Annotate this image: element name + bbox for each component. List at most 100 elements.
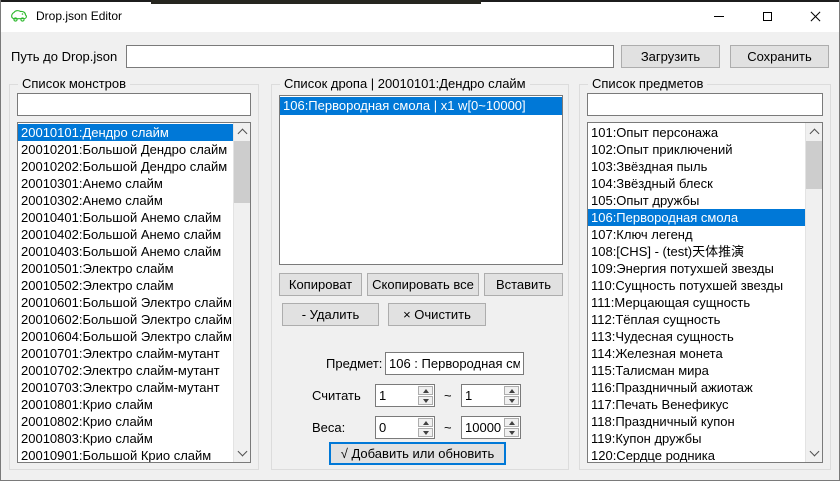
list-item[interactable]: 20010101:Дендро слайм	[18, 124, 233, 141]
list-item[interactable]: 112:Тёплая сущность	[588, 311, 805, 328]
window-title: Drop.json Editor	[36, 9, 122, 23]
item-input[interactable]	[385, 352, 524, 375]
spin-down-icon[interactable]	[418, 428, 433, 437]
title-bar[interactable]: Drop.json Editor	[1, 0, 839, 32]
list-item[interactable]: 20010502:Электро слайм	[18, 277, 233, 294]
save-button[interactable]: Сохранить	[730, 45, 829, 68]
copy-button[interactable]: Копироват	[279, 273, 362, 296]
list-item[interactable]: 118:Праздничный купон	[588, 413, 805, 430]
delete-button[interactable]: - Удалить	[282, 303, 379, 326]
list-item[interactable]: 111:Мерцающая сущность	[588, 294, 805, 311]
scroll-up-icon[interactable]	[234, 123, 251, 140]
path-input[interactable]	[126, 45, 614, 68]
spin-up-icon[interactable]	[504, 386, 519, 395]
list-item[interactable]: 115:Талисман мира	[588, 362, 805, 379]
list-item[interactable]: 120:Сердце родника	[588, 447, 805, 462]
tilde-separator: ~	[444, 420, 452, 435]
monster-list-scrollbar[interactable]	[233, 123, 250, 462]
count-label: Считать	[312, 388, 361, 403]
count-min-input[interactable]	[376, 385, 418, 406]
add-or-update-button[interactable]: √ Добавить или обновить	[329, 442, 506, 465]
top-edge-artifact	[151, 0, 481, 4]
list-item[interactable]: 20010604:Большой Электро слайм	[18, 328, 233, 345]
items-group-title: Список предметов	[588, 76, 707, 91]
count-min-stepper[interactable]	[375, 384, 435, 407]
app-window: Drop.json Editor Путь до Drop.json Загру…	[0, 0, 840, 481]
list-item[interactable]: 107:Ключ легенд	[588, 226, 805, 243]
spin-down-icon[interactable]	[504, 396, 519, 405]
item-list-scrollbar[interactable]	[805, 123, 822, 462]
load-button[interactable]: Загрузить	[621, 45, 720, 68]
list-item[interactable]: 20010701:Электро слайм-мутант	[18, 345, 233, 362]
monster-listbox[interactable]: 20010101:Дендро слайм20010201:Большой Де…	[17, 122, 251, 463]
count-max-input[interactable]	[462, 385, 504, 406]
scroll-down-icon[interactable]	[234, 445, 251, 462]
drops-group-title: Список дропа | 20010101:Дендро слайм	[280, 76, 530, 91]
maximize-icon	[763, 12, 772, 21]
minimize-button[interactable]	[695, 0, 743, 32]
maximize-button[interactable]	[743, 0, 791, 32]
list-item[interactable]: 109:Энергия потухшей звезды	[588, 260, 805, 277]
clear-button[interactable]: × Очистить	[388, 303, 486, 326]
close-icon	[810, 11, 821, 22]
monster-filter-input[interactable]	[17, 93, 251, 116]
list-item[interactable]: 20010601:Большой Электро слайм	[18, 294, 233, 311]
list-item[interactable]: 20010703:Электро слайм-мутант	[18, 379, 233, 396]
list-item[interactable]: 104:Звёздный блеск	[588, 175, 805, 192]
copy-all-button[interactable]: Скопировать все	[367, 273, 479, 296]
list-item[interactable]: 106:Первородная смола | x1 w[0~10000]	[280, 97, 562, 115]
scroll-down-icon[interactable]	[806, 445, 823, 462]
list-item[interactable]: 20010803:Крио слайм	[18, 430, 233, 447]
list-item[interactable]: 110:Сущность потухшей звезды	[588, 277, 805, 294]
list-item[interactable]: 105:Опыт дружбы	[588, 192, 805, 209]
item-label: Предмет:	[326, 356, 382, 371]
count-max-stepper[interactable]	[461, 384, 521, 407]
spin-up-icon[interactable]	[418, 418, 433, 427]
list-item[interactable]: 20010401:Большой Анемо слайм	[18, 209, 233, 226]
list-item[interactable]: 106:Первородная смола	[588, 209, 805, 226]
list-item[interactable]: 20010403:Большой Анемо слайм	[18, 243, 233, 260]
list-item[interactable]: 113:Чудесная сущность	[588, 328, 805, 345]
list-item[interactable]: 20010202:Большой Дендро слайм	[18, 158, 233, 175]
list-item[interactable]: 20010402:Большой Анемо слайм	[18, 226, 233, 243]
list-item[interactable]: 102:Опыт приключений	[588, 141, 805, 158]
drop-listbox[interactable]: 106:Первородная смола | x1 w[0~10000]	[279, 95, 563, 265]
list-item[interactable]: 20010801:Крио слайм	[18, 396, 233, 413]
list-item[interactable]: 101:Опыт персонажа	[588, 124, 805, 141]
item-listbox[interactable]: 101:Опыт персонажа102:Опыт приключений10…	[587, 122, 823, 463]
item-filter-input[interactable]	[587, 93, 823, 116]
list-item[interactable]: 20010301:Анемо слайм	[18, 175, 233, 192]
list-item[interactable]: 20010501:Электро слайм	[18, 260, 233, 277]
list-item[interactable]: 117:Печать Венефикус	[588, 396, 805, 413]
spin-up-icon[interactable]	[418, 386, 433, 395]
minimize-icon	[714, 16, 724, 17]
paste-button[interactable]: Вставить	[484, 273, 563, 296]
monsters-group-title: Список монстров	[18, 76, 130, 91]
app-icon	[10, 8, 28, 24]
weight-min-input[interactable]	[376, 417, 418, 438]
list-item[interactable]: 20010602:Большой Электро слайм	[18, 311, 233, 328]
list-item[interactable]: 20010201:Большой Дендро слайм	[18, 141, 233, 158]
list-item[interactable]: 20010702:Электро слайм-мутант	[18, 362, 233, 379]
path-label: Путь до Drop.json	[11, 49, 117, 64]
weight-max-input[interactable]	[462, 417, 504, 438]
weight-label: Веса:	[312, 420, 345, 435]
list-item[interactable]: 20010802:Крио слайм	[18, 413, 233, 430]
list-item[interactable]: 116:Праздничный ажиотаж	[588, 379, 805, 396]
close-button[interactable]	[791, 0, 839, 32]
list-item[interactable]: 20010901:Большой Крио слайм	[18, 447, 233, 462]
spin-up-icon[interactable]	[504, 418, 519, 427]
scroll-up-icon[interactable]	[806, 123, 823, 140]
tilde-separator: ~	[444, 388, 452, 403]
weight-min-stepper[interactable]	[375, 416, 435, 439]
weight-max-stepper[interactable]	[461, 416, 521, 439]
spin-down-icon[interactable]	[504, 428, 519, 437]
scrollbar-thumb[interactable]	[234, 141, 251, 203]
list-item[interactable]: 119:Купон дружбы	[588, 430, 805, 447]
scrollbar-thumb[interactable]	[806, 141, 823, 189]
list-item[interactable]: 103:Звёздная пыль	[588, 158, 805, 175]
list-item[interactable]: 20010302:Анемо слайм	[18, 192, 233, 209]
list-item[interactable]: 108:[CHS] - (test)天体推演	[588, 243, 805, 260]
spin-down-icon[interactable]	[418, 396, 433, 405]
list-item[interactable]: 114:Железная монета	[588, 345, 805, 362]
